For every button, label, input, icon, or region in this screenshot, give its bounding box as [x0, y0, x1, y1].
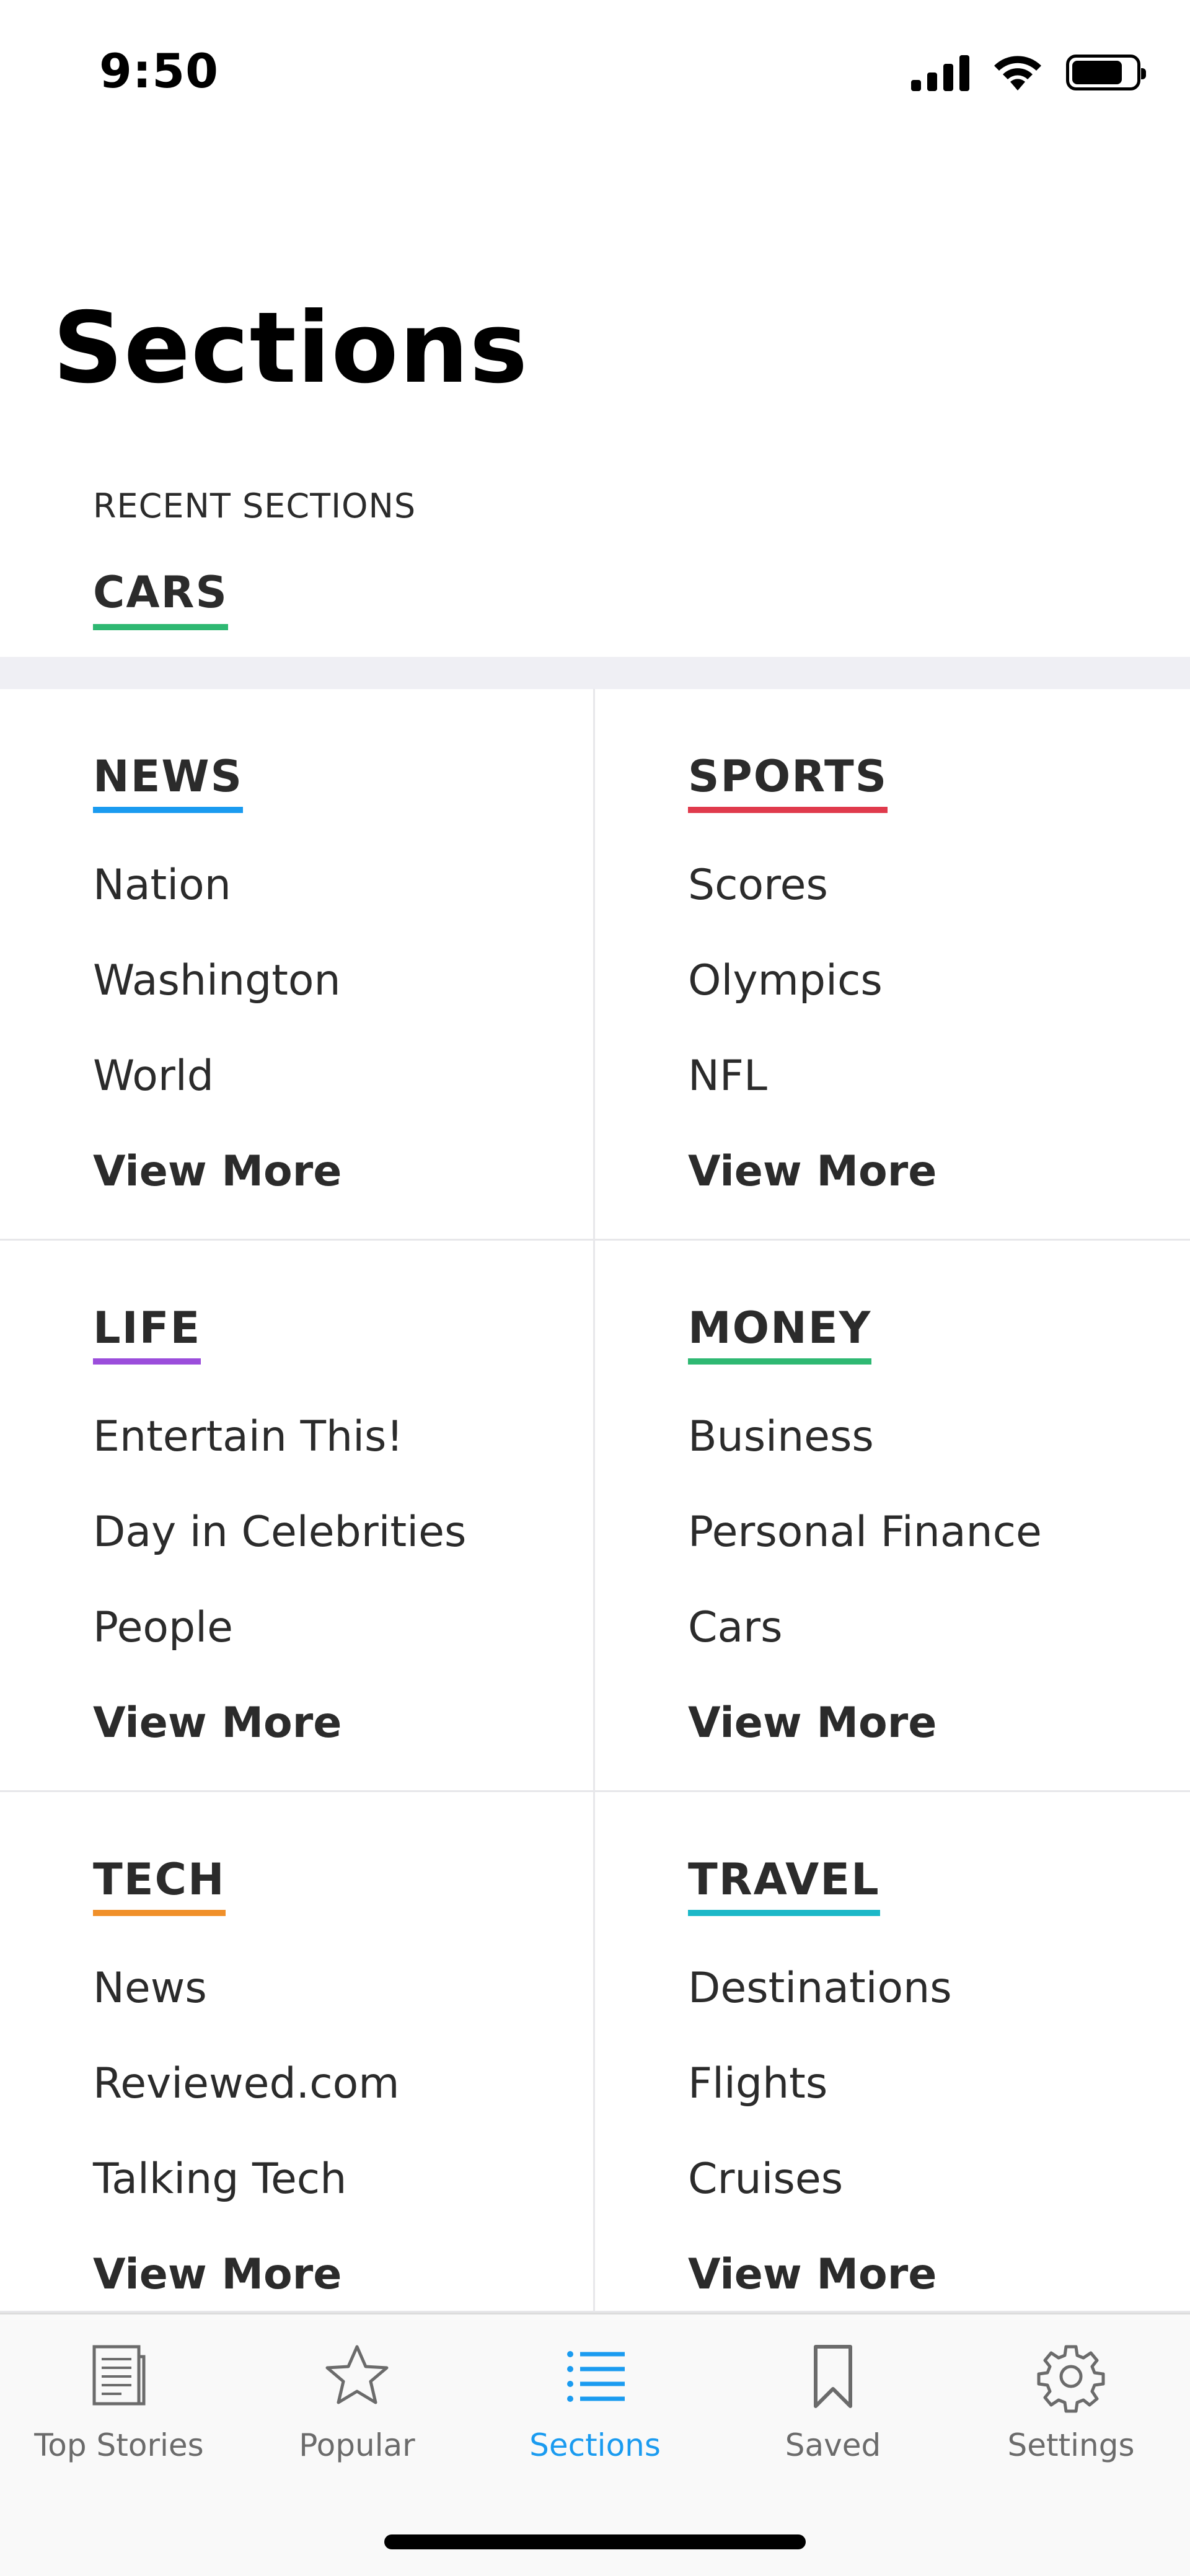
tab-label: Popular	[299, 2427, 415, 2463]
page-title: Sections	[53, 291, 529, 405]
view-more-link[interactable]: View More	[688, 2227, 1190, 2323]
view-more-link[interactable]: View More	[93, 1124, 593, 1220]
section-title-sports[interactable]: SPORTS	[688, 751, 888, 813]
section-card-life: LIFE Entertain This! Day in Celebrities …	[0, 1241, 595, 1792]
bookmark-icon	[814, 2345, 852, 2408]
section-title-life[interactable]: LIFE	[93, 1303, 201, 1365]
section-link[interactable]: Destinations	[688, 1941, 1190, 2036]
section-link[interactable]: Business	[688, 1389, 1190, 1485]
gear-icon	[1037, 2345, 1105, 2413]
section-card-tech: TECH News Reviewed.com Talking Tech View…	[0, 1792, 595, 2313]
tab-settings[interactable]: Settings	[952, 2339, 1190, 2476]
section-link[interactable]: People	[93, 1580, 593, 1676]
recent-section-cars[interactable]: CARS	[93, 567, 228, 630]
section-title-money[interactable]: MONEY	[688, 1303, 872, 1365]
section-divider	[0, 657, 1190, 689]
section-link[interactable]: Olympics	[688, 933, 1190, 1029]
view-more-link[interactable]: View More	[93, 1676, 593, 1771]
section-card-money: MONEY Business Personal Finance Cars Vie…	[595, 1241, 1190, 1792]
tab-label: Top Stories	[34, 2427, 204, 2463]
section-link[interactable]: Reviewed.com	[93, 2036, 593, 2132]
section-link[interactable]: Day in Celebrities	[93, 1485, 593, 1580]
view-more-link[interactable]: View More	[688, 1676, 1190, 1771]
battery-icon	[1066, 55, 1146, 90]
view-more-link[interactable]: View More	[93, 2227, 593, 2323]
wifi-icon	[994, 56, 1041, 90]
tab-label: Settings	[1007, 2427, 1135, 2463]
section-link[interactable]: Nation	[93, 838, 593, 933]
sections-grid: NEWS Nation Washington World View More S…	[0, 689, 1190, 2313]
section-link[interactable]: Scores	[688, 838, 1190, 933]
tab-saved[interactable]: Saved	[714, 2339, 952, 2476]
section-link[interactable]: News	[93, 1941, 593, 2036]
status-icons	[911, 53, 1146, 92]
section-title-tech[interactable]: TECH	[93, 1854, 226, 1916]
tab-bar: Top Stories Popular Sections Saved Setti…	[0, 2313, 1190, 2576]
tab-label: Sections	[529, 2427, 661, 2463]
section-link[interactable]: Cars	[688, 1580, 1190, 1676]
cellular-signal-icon	[911, 54, 969, 91]
section-link[interactable]: World	[93, 1029, 593, 1124]
section-card-news: NEWS Nation Washington World View More	[0, 689, 595, 1241]
section-card-sports: SPORTS Scores Olympics NFL View More	[595, 689, 1190, 1241]
tab-label: Saved	[785, 2427, 881, 2463]
newspaper-icon	[92, 2345, 146, 2406]
section-link[interactable]: Talking Tech	[93, 2132, 593, 2227]
status-time: 9:50	[99, 43, 219, 99]
recent-sections-label: RECENT SECTIONS	[93, 486, 416, 525]
section-link[interactable]: NFL	[688, 1029, 1190, 1124]
home-indicator	[384, 2534, 806, 2549]
tab-sections[interactable]: Sections	[476, 2339, 714, 2476]
section-link[interactable]: Cruises	[688, 2132, 1190, 2227]
section-card-travel: TRAVEL Destinations Flights Cruises View…	[595, 1792, 1190, 2313]
star-icon	[325, 2345, 389, 2404]
section-link[interactable]: Flights	[688, 2036, 1190, 2132]
section-title-travel[interactable]: TRAVEL	[688, 1854, 880, 1916]
section-link[interactable]: Washington	[93, 933, 593, 1029]
section-title-news[interactable]: NEWS	[93, 751, 244, 813]
tab-popular[interactable]: Popular	[238, 2339, 476, 2476]
status-bar: 9:50	[0, 0, 1190, 149]
view-more-link[interactable]: View More	[688, 1124, 1190, 1220]
list-icon	[567, 2351, 625, 2402]
tab-top-stories[interactable]: Top Stories	[0, 2339, 238, 2476]
section-link[interactable]: Personal Finance	[688, 1485, 1190, 1580]
section-link[interactable]: Entertain This!	[93, 1389, 593, 1485]
